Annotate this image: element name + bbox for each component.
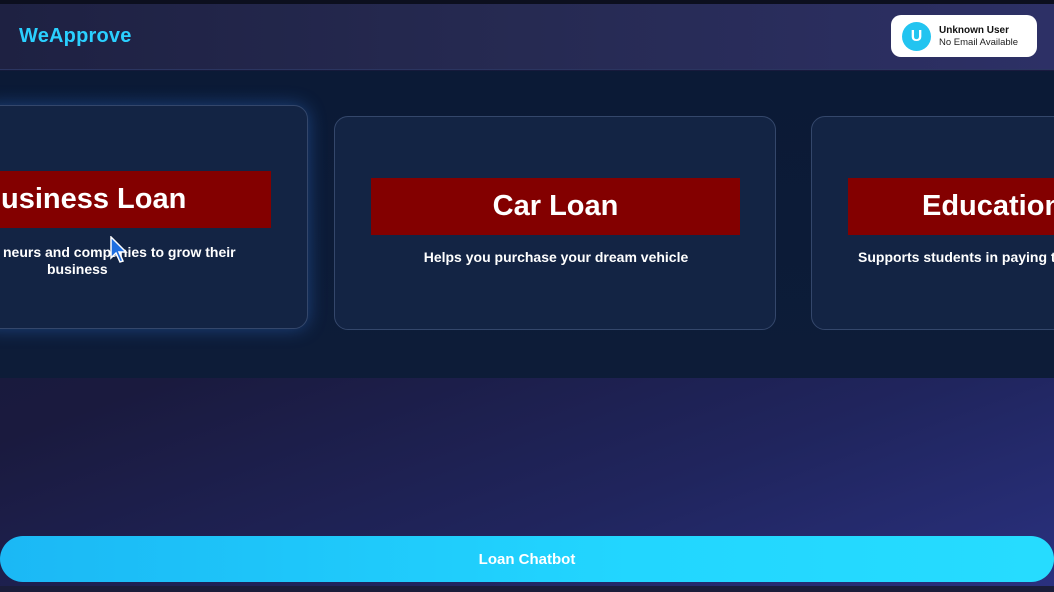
loan-card-description: Supports students in paying t (858, 249, 1054, 265)
user-avatar: U (902, 22, 931, 51)
loan-card-title: usiness Loan (0, 171, 271, 228)
loan-chatbot-button[interactable]: Loan Chatbot (0, 536, 1054, 582)
loan-card-description-line: neurs and companies to grow their (3, 244, 236, 260)
loan-card-car[interactable]: Car Loan Helps you purchase your dream v… (334, 116, 776, 330)
app-header: WeApprove U Unknown User No Email Availa… (0, 4, 1054, 70)
loan-card-title: Education (848, 178, 1054, 235)
user-name: Unknown User (939, 25, 1010, 36)
user-profile-card[interactable]: U Unknown User No Email Available (891, 15, 1037, 57)
loan-card-description-line: business (47, 261, 108, 277)
loan-carousel: usiness Loan neurs and companies to grow… (0, 71, 1054, 378)
mouse-cursor-icon (110, 236, 128, 263)
loan-card-description: Helps you purchase your dream vehicle (423, 249, 689, 265)
user-email: No Email Available (939, 37, 1019, 48)
loan-card-business[interactable]: usiness Loan neurs and companies to grow… (0, 105, 308, 329)
app-logo[interactable]: WeApprove (19, 25, 132, 48)
loan-card-education[interactable]: Education Supports students in paying t (811, 116, 1054, 330)
loan-card-title: Car Loan (371, 178, 740, 235)
loan-card-description: neurs and companies to grow their busine… (0, 244, 271, 278)
window-bottom-edge (0, 586, 1054, 592)
